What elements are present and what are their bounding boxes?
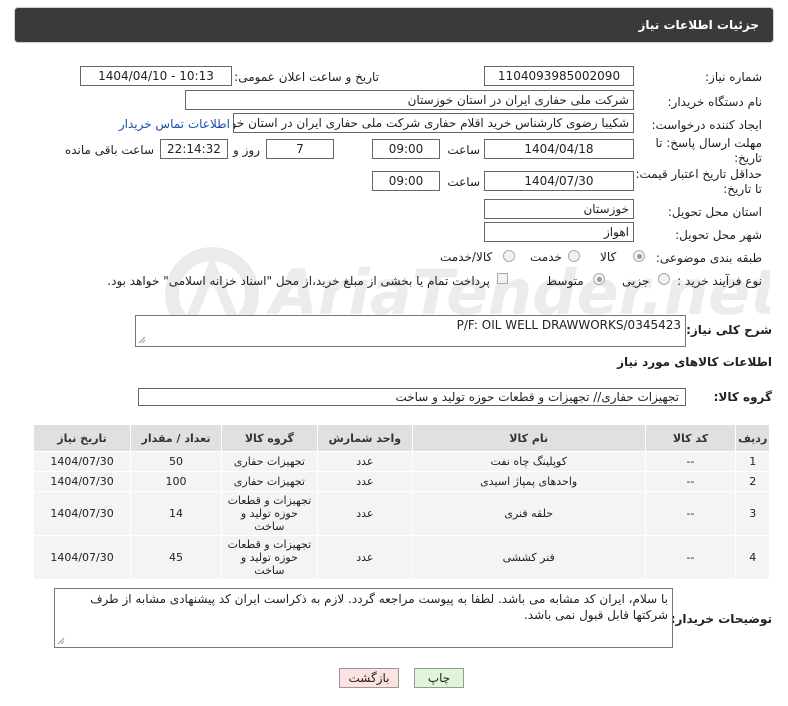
item-date: 1404/07/30 (32, 535, 132, 580)
item-group: تجهیزات حفاری (220, 471, 318, 492)
item-code: -- (644, 471, 737, 492)
category-option-service: خدمت (530, 250, 562, 264)
buyer-notes-text: با سلام، ایران کد مشابه می باشد. لطفا به… (90, 592, 668, 622)
table-header-row: ردیف کد کالا نام کالا واحد شمارش گروه کا… (32, 424, 770, 452)
item-unit: عدد (316, 471, 413, 492)
page-header: جزئیات اطلاعات نیاز (14, 7, 774, 43)
purchase-option-minor: جزیی (622, 274, 650, 288)
description-label: شرح کلی نیاز: (686, 323, 772, 337)
price-validity-label: حداقل تاریخ اعتبار قیمت: تا تاریخ: (635, 167, 762, 196)
table-row: 2 -- واحدهای پمپاژ اسیدی عدد تجهیزات حفا… (32, 471, 770, 492)
category-radio-service[interactable] (568, 250, 580, 262)
reply-deadline-date: 1404/04/18 (484, 139, 634, 159)
buyer-org-label: نام دستگاه خریدار: (667, 95, 763, 109)
col-header: ردیف (735, 424, 770, 452)
item-qty: 50 (130, 451, 222, 472)
purchase-option-medium: متوسط (546, 274, 584, 288)
row-index: 4 (735, 535, 770, 580)
category-radio-goods-service[interactable] (503, 250, 515, 262)
item-date: 1404/07/30 (32, 451, 132, 472)
table-row: 3 -- حلقه فنری عدد تجهیزات و قطعات حوزه … (32, 491, 770, 536)
announce-datetime-field: 1404/04/10 - 10:13 (80, 66, 232, 86)
reply-time-label: ساعت (447, 143, 480, 157)
buyer-notes-field: با سلام، ایران کد مشابه می باشد. لطفا به… (54, 588, 673, 648)
page-title: جزئیات اطلاعات نیاز (638, 18, 759, 32)
purchase-radio-medium[interactable] (593, 273, 605, 285)
price-validity-date: 1404/07/30 (484, 171, 634, 191)
days-label: روز و (233, 143, 260, 157)
description-text: P/F: OIL WELL DRAWWORKS/0345423 (456, 318, 681, 332)
treasury-checkbox[interactable] (497, 273, 508, 284)
item-unit: عدد (316, 491, 413, 536)
category-label: طبقه بندی موضوعی: (655, 251, 762, 265)
delivery-province-label: استان محل تحویل: (667, 205, 762, 219)
item-code: -- (644, 451, 737, 472)
goods-group-label: گروه کالا: (713, 390, 772, 404)
item-date: 1404/07/30 (32, 471, 132, 492)
row-index: 2 (735, 471, 770, 492)
purchase-radio-minor[interactable] (658, 273, 670, 285)
buyer-notes-label: توضیحات خریدار: (670, 612, 772, 626)
description-field: P/F: OIL WELL DRAWWORKS/0345423 (135, 315, 686, 347)
table-row: 4 -- فنر کششی عدد تجهیزات و قطعات حوزه ت… (32, 535, 770, 580)
item-unit: عدد (316, 535, 413, 580)
item-code: -- (644, 491, 737, 536)
need-number-label: شماره نیاز: (705, 70, 762, 84)
price-time-label: ساعت (447, 175, 480, 189)
delivery-province-field: خوزستان (484, 199, 634, 219)
resize-grip-icon[interactable] (138, 336, 146, 344)
item-qty: 14 (130, 491, 222, 536)
reply-deadline-label: مهلت ارسال پاسخ: تا تاریخ: (655, 136, 762, 165)
table-row: 1 -- کوپلینگ چاه نفت عدد تجهیزات حفاری 5… (32, 451, 770, 472)
col-header: نام کالا (411, 424, 646, 452)
need-number-field: 1104093985002090 (484, 66, 634, 86)
delivery-city-field: اهواز (484, 222, 634, 242)
items-table: ردیف کد کالا نام کالا واحد شمارش گروه کا… (32, 424, 770, 580)
buyer-org-field: شرکت ملی حفاری ایران در استان خوزستان (185, 90, 634, 110)
announce-datetime-label: تاریخ و ساعت اعلان عمومی: (234, 70, 379, 84)
resize-grip-icon[interactable] (57, 637, 65, 645)
delivery-city-label: شهر محل تحویل: (675, 228, 762, 242)
item-name: حلقه فنری (411, 491, 646, 536)
item-group: تجهیزات حفاری (220, 451, 318, 472)
row-index: 3 (735, 491, 770, 536)
price-validity-time: 09:00 (372, 171, 440, 191)
category-option-goods: کالا (600, 250, 617, 264)
item-name: کوپلینگ چاه نفت (411, 451, 646, 472)
print-button[interactable]: چاپ (414, 668, 464, 688)
reply-days-field: 7 (266, 139, 334, 159)
col-header: گروه کالا (220, 424, 318, 452)
reply-deadline-time: 09:00 (372, 139, 440, 159)
item-unit: عدد (316, 451, 413, 472)
item-date: 1404/07/30 (32, 491, 132, 536)
col-header: واحد شمارش (316, 424, 413, 452)
item-name: واحدهای پمپاژ اسیدی (411, 471, 646, 492)
item-qty: 45 (130, 535, 222, 580)
row-index: 1 (735, 451, 770, 472)
back-button[interactable]: بازگشت (339, 668, 399, 688)
goods-group-field: تجهیزات حفاری// تجهیزات و قطعات حوزه تول… (138, 388, 686, 406)
item-name: فنر کششی (411, 535, 646, 580)
requester-field: شکیبا رضوی کارشناس خرید اقلام حفاری شرکت… (233, 113, 634, 133)
item-qty: 100 (130, 471, 222, 492)
remaining-time-field: 22:14:32 (160, 139, 228, 159)
col-header: تعداد / مقدار (130, 424, 222, 452)
items-section-title: اطلاعات کالاهای مورد نیاز (617, 355, 772, 369)
purchase-type-label: نوع فرآیند خرید : (677, 274, 762, 288)
category-option-goods-service: کالا/خدمت (440, 250, 493, 264)
requester-label: ایجاد کننده درخواست: (651, 118, 762, 132)
col-header: کد کالا (644, 424, 737, 452)
item-group: تجهیزات و قطعات حوزه تولید و ساخت (220, 535, 318, 580)
item-code: -- (644, 535, 737, 580)
col-header: تاریخ نیاز (32, 424, 132, 452)
remaining-label: ساعت باقی مانده (64, 143, 154, 157)
treasury-note: پرداخت تمام یا بخشی از مبلغ خرید،از محل … (107, 274, 490, 288)
item-group: تجهیزات و قطعات حوزه تولید و ساخت (220, 491, 318, 536)
category-radio-goods[interactable] (633, 250, 645, 262)
buyer-contact-link[interactable]: اطلاعات تماس خریدار (119, 117, 230, 131)
